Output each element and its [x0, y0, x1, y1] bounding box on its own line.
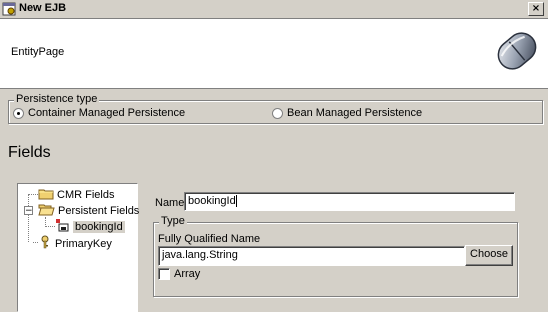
tree-item-label: Persistent Fields: [58, 205, 140, 217]
ejb-bean-icon: [492, 25, 542, 80]
type-legend: Type: [159, 215, 187, 227]
name-label: Name: [155, 197, 185, 209]
name-input[interactable]: bookingId: [184, 192, 515, 211]
fields-section-title: Fields: [8, 144, 51, 161]
tree-connector: [45, 226, 55, 227]
choose-button[interactable]: Choose: [465, 245, 513, 266]
tree-item-cmr-fields[interactable]: CMR Fields: [38, 187, 114, 203]
radio-selected-icon: [13, 107, 24, 119]
tree-item-label: PrimaryKey: [55, 237, 112, 250]
ejb-app-icon: [2, 2, 16, 19]
folder-icon: [38, 187, 54, 203]
tree-item-persistent-fields[interactable]: Persistent Fields: [38, 203, 139, 219]
fqn-input[interactable]: java.lang.String: [158, 246, 465, 266]
container-managed-label: Container Managed Persistence: [28, 107, 186, 119]
fqn-label: Fully Qualified Name: [158, 233, 261, 245]
collapse-icon[interactable]: −: [24, 206, 33, 216]
wizard-banner: EntityPage: [0, 19, 548, 89]
window-title: New EJB: [19, 2, 67, 14]
tree-item-bookingid[interactable]: bookingId: [56, 219, 125, 235]
array-checkbox[interactable]: Array: [158, 268, 200, 280]
array-label: Array: [174, 268, 201, 280]
text-caret: [235, 195, 237, 208]
tree-item-label: bookingId: [73, 221, 125, 233]
key-icon: [38, 235, 52, 252]
close-icon: ×: [531, 3, 541, 14]
close-button[interactable]: ×: [528, 2, 544, 16]
tree-connector: [28, 194, 29, 242]
choose-button-label: Choose: [470, 248, 508, 260]
checkbox-box: [158, 268, 170, 280]
page-name: EntityPage: [11, 46, 65, 58]
bean-managed-radio[interactable]: Bean Managed Persistence: [272, 107, 422, 119]
tree-item-primarykey[interactable]: PrimaryKey: [38, 235, 112, 252]
fqn-value: java.lang.String: [162, 249, 238, 261]
persistence-type-legend: Persistence type: [14, 93, 100, 105]
radio-unselected-icon: [272, 107, 283, 119]
tree-connector: [28, 194, 38, 195]
title-bar: New EJB ×: [0, 0, 548, 19]
fields-tree[interactable]: CMR Fields − Persistent Fields bookingId: [17, 183, 139, 312]
name-value: bookingId: [188, 195, 236, 207]
field-icon: [56, 219, 70, 235]
tree-item-label: CMR Fields: [57, 189, 115, 201]
open-folder-icon: [38, 203, 55, 219]
bean-managed-label: Bean Managed Persistence: [287, 107, 423, 119]
container-managed-radio[interactable]: Container Managed Persistence: [13, 107, 185, 119]
